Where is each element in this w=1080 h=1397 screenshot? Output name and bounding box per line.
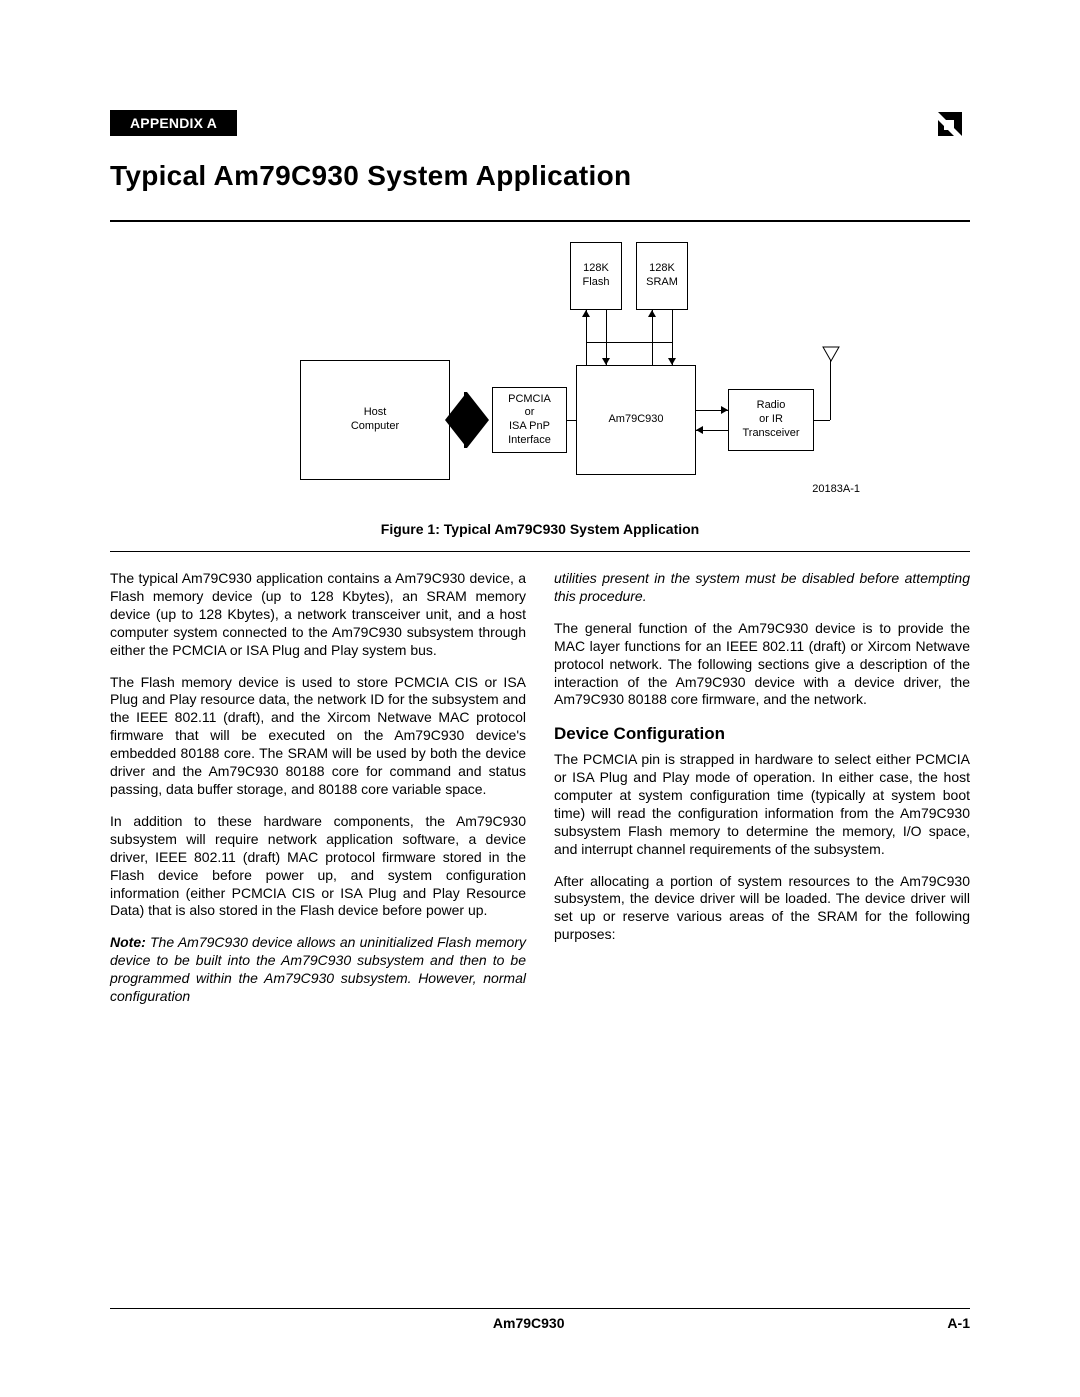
block-sram: 128K SRAM [636,242,688,310]
arrowhead-icon [721,406,728,414]
label: Transceiver [742,427,799,441]
bus-arrow-icon [445,392,467,448]
arrowhead-icon [668,358,676,365]
body-text: The PCMCIA pin is strapped in hardware t… [554,751,970,858]
column-left: The typical Am79C930 application contain… [110,570,526,1006]
block-flash: 128K Flash [570,242,622,310]
arrowhead-icon [582,310,590,317]
body-text: In addition to these hardware components… [110,813,526,920]
connector [830,390,831,420]
label: or IR [759,413,783,427]
label: Interface [508,434,551,448]
figure-caption: Figure 1: Typical Am79C930 System Applic… [110,521,970,537]
body-text: The typical Am79C930 application contain… [110,570,526,660]
label: Radio [757,399,786,413]
arrowhead-icon [602,358,610,365]
page-footer: Am79C930 A-1 [110,1308,970,1331]
note-body: The Am79C930 device allows an uninitiali… [110,934,526,1004]
footer-page: A-1 [947,1315,970,1331]
label: ISA PnP [509,420,550,434]
block-host: Host Computer [300,360,450,480]
label: 128K [649,262,675,276]
label: Host [364,406,387,420]
footer-center: Am79C930 [493,1315,565,1331]
connector [586,342,672,343]
block-interface: PCMCIA or ISA PnP Interface [492,387,567,453]
connector [814,420,830,421]
label: or [525,406,535,420]
label: SRAM [646,276,678,290]
divider [110,1308,970,1309]
connector [586,310,587,365]
antenna-icon [822,346,840,367]
label: 128K [583,262,609,276]
note-continuation: utilities present in the system must be … [554,570,970,606]
label: PCMCIA [508,393,551,407]
body-text: The Flash memory device is used to store… [110,674,526,799]
body-text: The general function of the Am79C930 dev… [554,620,970,710]
connector [672,310,673,365]
arrowhead-icon [696,426,703,434]
system-diagram: 128K Flash 128K SRAM Host Computer PCMCI… [220,242,860,517]
appendix-tab: APPENDIX A [110,110,237,136]
connector [567,420,576,421]
connector [652,310,653,365]
note-label: Note: [110,934,146,950]
divider [110,220,970,222]
amd-logo-icon [930,104,970,144]
divider [110,551,970,552]
body-text: After allocating a portion of system res… [554,873,970,945]
bus-arrow-icon [467,392,489,448]
page-title: Typical Am79C930 System Application [110,160,970,192]
section-heading: Device Configuration [554,723,970,745]
note-text: Note: The Am79C930 device allows an unin… [110,934,526,1006]
label: Computer [351,420,399,434]
block-core: Am79C930 [576,365,696,475]
connector [606,310,607,365]
arrowhead-icon [648,310,656,317]
label: Flash [583,276,610,290]
block-radio: Radio or IR Transceiver [728,389,814,451]
label: Am79C930 [608,413,663,427]
column-right: utilities present in the system must be … [554,570,970,1006]
figure-id: 20183A-1 [812,483,860,495]
